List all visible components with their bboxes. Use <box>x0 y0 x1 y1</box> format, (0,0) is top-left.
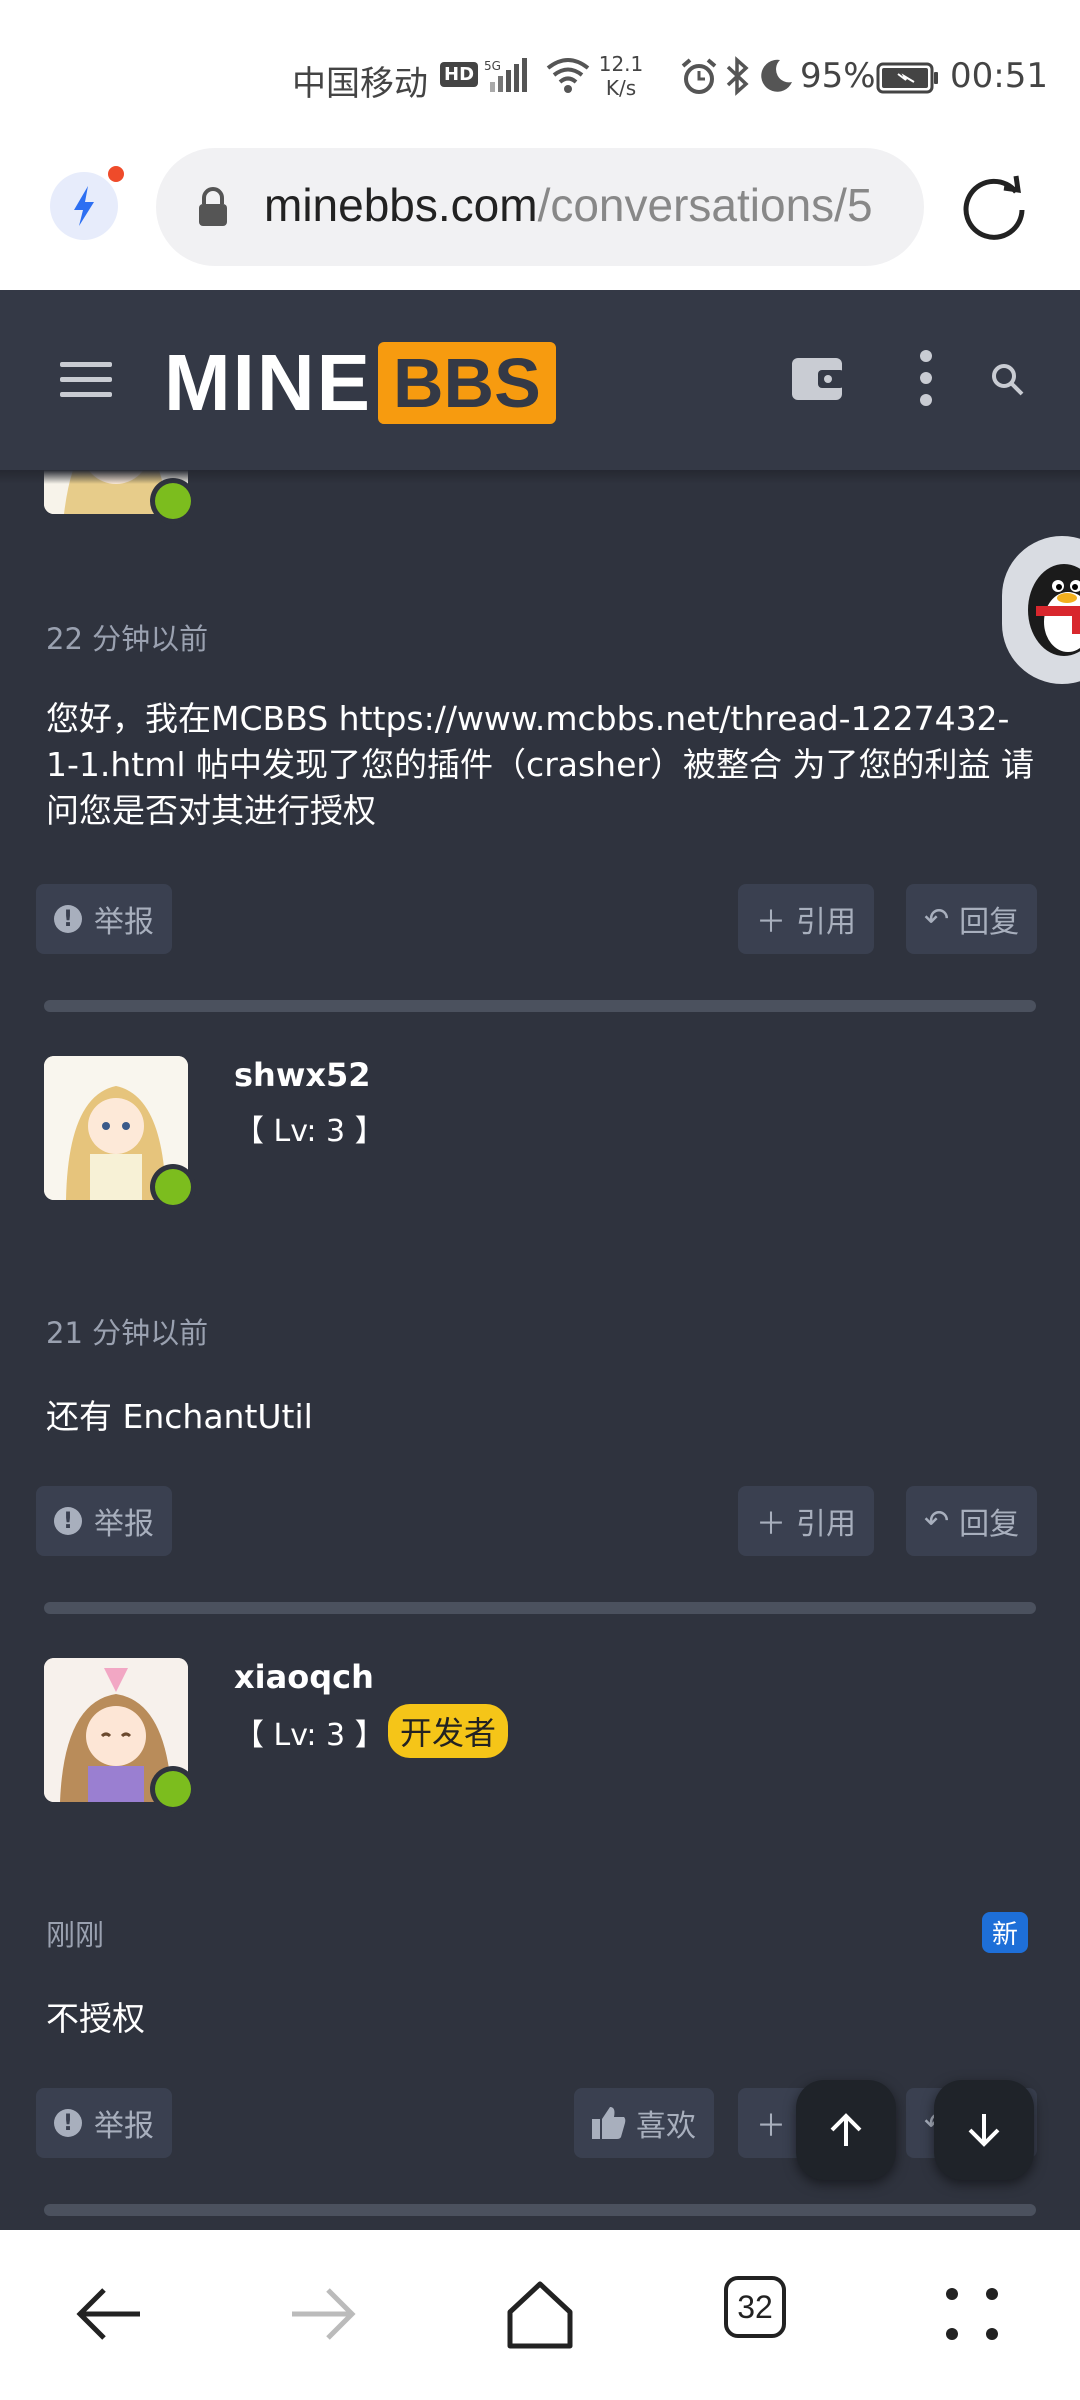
url-path: /conversations/5 <box>537 179 873 231</box>
network-speed: 12.1 K/s <box>596 52 646 100</box>
developer-badge: 开发者 <box>388 1704 509 1758</box>
alert-icon: ! <box>54 1507 82 1535</box>
hamburger-menu-icon[interactable] <box>60 360 112 400</box>
new-badge: 新 <box>982 1912 1029 1953</box>
url-text[interactable]: minebbs.com/conversations/5 <box>264 178 873 232</box>
report-label: 举报 <box>94 1507 154 1542</box>
message-body: 您好，我在MCBBS https://www.mcbbs.net/thread-… <box>46 699 1034 830</box>
message-divider <box>44 1602 1036 1614</box>
home-icon[interactable] <box>500 2274 580 2354</box>
reply-button[interactable]: ↶ 回复 <box>906 884 1038 954</box>
wallet-icon[interactable] <box>790 352 846 404</box>
username[interactable]: xiaoqch <box>234 1658 374 1696</box>
browser-bottom-nav: 32 <box>0 2230 1080 2400</box>
logo-bbs-text: BBS <box>378 342 556 424</box>
battery-icon <box>876 62 938 94</box>
browser-toolbar: minebbs.com/conversations/5 <box>0 140 1080 290</box>
quote-button[interactable]: ＋ 引用 <box>738 884 874 954</box>
header-shadow <box>0 470 1080 484</box>
plus-icon: ＋ <box>756 1507 786 1542</box>
report-label: 举报 <box>94 905 154 940</box>
conversation-content: 22 分钟以前 您好，我在MCBBS https://www.mcbbs.net… <box>0 470 1080 2230</box>
report-button[interactable]: ! 举报 <box>36 884 172 954</box>
wifi-icon <box>546 58 590 93</box>
reply-icon: ↶ <box>924 1503 950 1539</box>
site-logo[interactable]: MINE BBS <box>164 338 556 428</box>
status-bar: 中国移动 HD 5G 12.1 K/s 95% 00:51 <box>0 0 1080 140</box>
battery-percent: 95% <box>800 56 876 96</box>
reply-button[interactable]: ↶ 回复 <box>906 1486 1038 1556</box>
quote-label: 引用 <box>796 1507 856 1542</box>
like-label: 喜欢 <box>636 2109 696 2144</box>
browser-menu-icon[interactable] <box>932 2274 1012 2354</box>
svg-text:5G: 5G <box>484 59 501 73</box>
report-button[interactable]: ! 举报 <box>36 1486 172 1556</box>
url-domain: minebbs.com <box>264 179 538 231</box>
penguin-icon <box>1028 564 1080 656</box>
tabs-button[interactable]: 32 <box>724 2276 786 2338</box>
reply-label: 回复 <box>959 1507 1020 1542</box>
reload-icon[interactable] <box>958 170 1032 244</box>
back-arrow-icon[interactable] <box>68 2274 148 2354</box>
notification-dot <box>108 166 124 182</box>
message-divider <box>44 1000 1036 1012</box>
speed-value: 12.1 <box>598 52 644 76</box>
username[interactable]: shwx52 <box>234 1056 371 1094</box>
avatar[interactable] <box>44 1056 196 1210</box>
quote-label: 引用 <box>796 905 856 940</box>
reply-label: 回复 <box>959 905 1020 940</box>
forward-arrow-icon[interactable] <box>284 2274 364 2354</box>
clock: 00:51 <box>950 56 1048 96</box>
alert-icon: ! <box>54 2109 82 2137</box>
plus-icon: ＋ <box>756 905 786 940</box>
report-label: 举报 <box>94 2109 154 2144</box>
carrier-label: 中国移动 <box>292 64 428 104</box>
message-body: 不授权 <box>46 1999 145 2038</box>
like-button[interactable]: 喜欢 <box>574 2088 714 2158</box>
online-status-icon <box>150 1766 196 1812</box>
quote-button[interactable]: ＋ 引用 <box>738 1486 874 1556</box>
bluetooth-icon <box>726 56 749 96</box>
arrow-down-icon <box>968 2114 1000 2147</box>
alert-icon: ! <box>54 905 82 933</box>
moon-icon <box>761 59 792 92</box>
lock-icon <box>199 187 227 226</box>
user-level: 【 Lv: 3 】 <box>234 1114 385 1149</box>
boost-button[interactable] <box>50 172 118 240</box>
qq-float-button[interactable] <box>1002 536 1080 684</box>
message-time: 21 分钟以前 <box>46 1316 209 1350</box>
signal-icon: 5G <box>484 58 527 92</box>
message-body: 还有 EnchantUtil <box>46 1397 313 1436</box>
online-status-icon <box>150 1164 196 1210</box>
reply-icon: ↶ <box>924 901 950 937</box>
lightning-icon <box>74 186 94 226</box>
avatar[interactable] <box>44 1658 196 1812</box>
site-header: MINE BBS <box>0 290 1080 470</box>
message-time: 22 分钟以前 <box>46 622 209 656</box>
more-options-icon[interactable] <box>912 346 940 410</box>
address-bar[interactable]: minebbs.com/conversations/5 <box>156 148 924 266</box>
arrow-up-icon <box>830 2113 862 2146</box>
message-time: 刚刚 <box>46 1918 105 1952</box>
online-status-icon <box>150 478 196 524</box>
hd-indicator: HD <box>440 62 479 87</box>
logo-mine-text: MINE <box>164 338 372 427</box>
user-level: 【 Lv: 3 】 <box>234 1718 385 1753</box>
scroll-top-button[interactable] <box>796 2080 896 2180</box>
plus-icon: ＋ <box>756 2109 786 2144</box>
alarm-icon <box>681 58 717 94</box>
report-button[interactable]: ! 举报 <box>36 2088 172 2158</box>
thumbs-up-icon <box>592 2107 626 2139</box>
message-divider <box>44 2204 1036 2216</box>
scroll-bottom-button[interactable] <box>934 2080 1034 2180</box>
speed-unit: K/s <box>605 76 637 100</box>
search-icon[interactable] <box>990 362 1024 396</box>
